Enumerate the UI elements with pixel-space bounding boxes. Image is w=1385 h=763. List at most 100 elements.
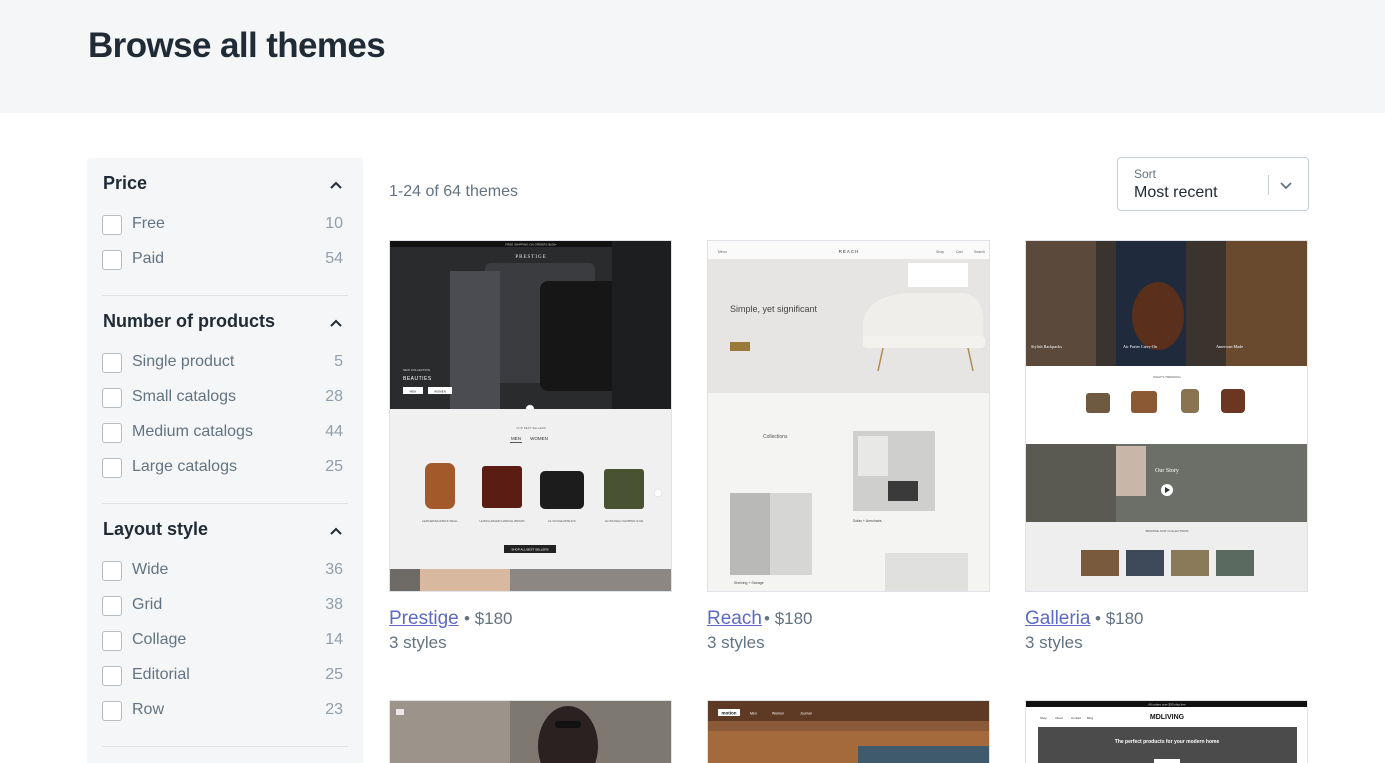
preview-nav: Women [772, 712, 784, 716]
theme-preview-image [390, 701, 671, 763]
theme-styles: 3 styles [1025, 633, 1083, 652]
preview-caption: Sofas + Armchairs [853, 519, 882, 523]
chevron-up-icon[interactable] [328, 523, 344, 539]
filter-option-label: Large catalogs [132, 458, 237, 475]
theme-preview-image: FREE SHIPPING ON ORDERS $100+ PRESTIGE N… [390, 241, 671, 591]
checkbox[interactable] [102, 423, 122, 443]
filter-option-free[interactable]: Free 10 [102, 213, 348, 237]
preview-button: MEN [410, 390, 417, 394]
filter-group-title: Number of products [103, 311, 276, 331]
filter-group-layout: Layout style [102, 519, 348, 547]
filter-option-count: 10 [325, 215, 343, 232]
preview-nav: Shop [1040, 716, 1047, 720]
filter-option-count: 23 [325, 701, 343, 718]
theme-price-value: $180 [1105, 609, 1144, 628]
sort-label: Sort [1134, 167, 1157, 181]
theme-preview-card-5[interactable]: motion Men Women Journal [707, 700, 990, 763]
filter-group-title: Layout style [103, 519, 209, 539]
preview-tab: MEN [511, 436, 521, 441]
preview-nav: Shop [936, 250, 944, 254]
theme-preview[interactable]: FREE SHIPPING ON ORDERS $100+ PRESTIGE N… [389, 240, 672, 592]
checkbox[interactable] [102, 388, 122, 408]
checkbox[interactable] [102, 631, 122, 651]
filter-option-row[interactable]: Row 23 [102, 699, 348, 723]
preview-nav: Blog [1087, 716, 1093, 720]
checkbox[interactable] [102, 353, 122, 373]
preview-collection: NEW COLLECTION [403, 368, 430, 372]
filter-group-header[interactable]: Number of products [102, 311, 348, 339]
preview-brand: PRESTIGE [515, 255, 546, 260]
preview-nav: About [1055, 716, 1063, 720]
theme-name-link[interactable]: Galleria [1025, 608, 1090, 630]
sort-select[interactable]: Sort Most recent [1117, 157, 1309, 211]
preview-feature: Stylish Backpacks [1031, 344, 1062, 349]
chevron-down-icon[interactable] [1278, 177, 1294, 193]
theme-preview-card-6[interactable]: All orders over $50 ship free MDLIVING S… [1025, 700, 1308, 763]
preview-nav: Cart [956, 250, 963, 254]
preview-nav: Contact [1071, 716, 1082, 720]
theme-preview[interactable]: Stylish Backpacks Air Porter Carry-On Am… [1025, 240, 1308, 592]
filter-option-large-catalogs[interactable]: Large catalogs 25 [102, 456, 348, 480]
preview-collections: Collections [763, 434, 788, 440]
filter-option-count: 44 [325, 423, 343, 440]
filter-option-count: 38 [325, 596, 343, 613]
page-header: Browse all themes [0, 0, 1385, 113]
theme-name-link[interactable]: Reach [707, 608, 762, 630]
checkbox[interactable] [102, 561, 122, 581]
results-count: 1-24 of 64 themes [389, 183, 518, 200]
filter-option-small-catalogs[interactable]: Small catalogs 28 [102, 386, 348, 410]
theme-preview-card-4[interactable] [389, 700, 672, 763]
chevron-up-icon[interactable] [328, 177, 344, 193]
filter-option-label: Free [132, 215, 165, 232]
checkbox[interactable] [102, 458, 122, 478]
filter-option-collage[interactable]: Collage 14 [102, 629, 348, 653]
chevron-up-icon[interactable] [328, 315, 344, 331]
filter-group-header[interactable]: Price [102, 173, 348, 201]
filter-option-label: Wide [132, 561, 169, 578]
filter-option-label: Small catalogs [132, 388, 237, 405]
checkbox[interactable] [102, 250, 122, 270]
preview-menu: Menu [718, 250, 727, 254]
theme-preview-image: Stylish Backpacks Air Porter Carry-On Am… [1026, 241, 1307, 591]
checkbox[interactable] [102, 701, 122, 721]
filter-option-editorial[interactable]: Editorial 25 [102, 664, 348, 688]
preview-feature: American Made [1216, 344, 1243, 349]
filter-option-medium-catalogs[interactable]: Medium catalogs 44 [102, 421, 348, 445]
filter-option-label: Editorial [132, 666, 190, 683]
divider [102, 503, 348, 504]
filter-option-label: Collage [132, 631, 187, 648]
preview-product: LEATHER BACKPACK SMALL [422, 519, 458, 523]
preview-story: Our Story [1155, 468, 1179, 474]
checkbox[interactable] [102, 215, 122, 235]
sort-divider [1268, 175, 1269, 195]
theme-price-value: $180 [774, 609, 813, 628]
filter-group-products: Number of products [102, 311, 348, 339]
filter-group-title: Price [103, 173, 148, 193]
theme-name-link[interactable]: Prestige [389, 608, 459, 630]
filter-option-count: 28 [325, 388, 343, 405]
filter-option-single-product[interactable]: Single product 5 [102, 351, 348, 375]
preview-section: WHAT'S TRENDING [1153, 375, 1181, 379]
theme-price-value: $180 [474, 609, 513, 628]
preview-hero: BEAUTIES [403, 376, 432, 382]
filter-option-count: 14 [325, 631, 343, 648]
preview-nav: Journal [800, 712, 812, 716]
filter-option-label: Medium catalogs [132, 423, 253, 440]
filter-option-label: Single product [132, 353, 235, 370]
theme-preview[interactable]: Menu REACH Shop Cart Search Simple, yet … [707, 240, 990, 592]
checkbox[interactable] [102, 596, 122, 616]
preview-cta: SHOP ALL BEST SELLERS [511, 548, 548, 552]
divider [102, 295, 348, 296]
filter-sidebar: Price Free 10 Paid 54 Number of products… [87, 158, 363, 763]
filter-option-label: Paid [132, 250, 165, 267]
filter-option-wide[interactable]: Wide 36 [102, 559, 348, 583]
checkbox[interactable] [102, 666, 122, 686]
preview-nav: Men [750, 712, 757, 716]
preview-section: BROWSE OUR COLLECTIONS [1146, 529, 1189, 533]
preview-brand: motion [722, 711, 737, 716]
filter-option-paid[interactable]: Paid 54 [102, 248, 348, 272]
filter-option-grid[interactable]: Grid 38 [102, 594, 348, 618]
theme-preview-image: All orders over $50 ship free MDLIVING S… [1026, 701, 1307, 763]
filter-option-count: 54 [325, 250, 343, 267]
filter-group-header[interactable]: Layout style [102, 519, 348, 547]
